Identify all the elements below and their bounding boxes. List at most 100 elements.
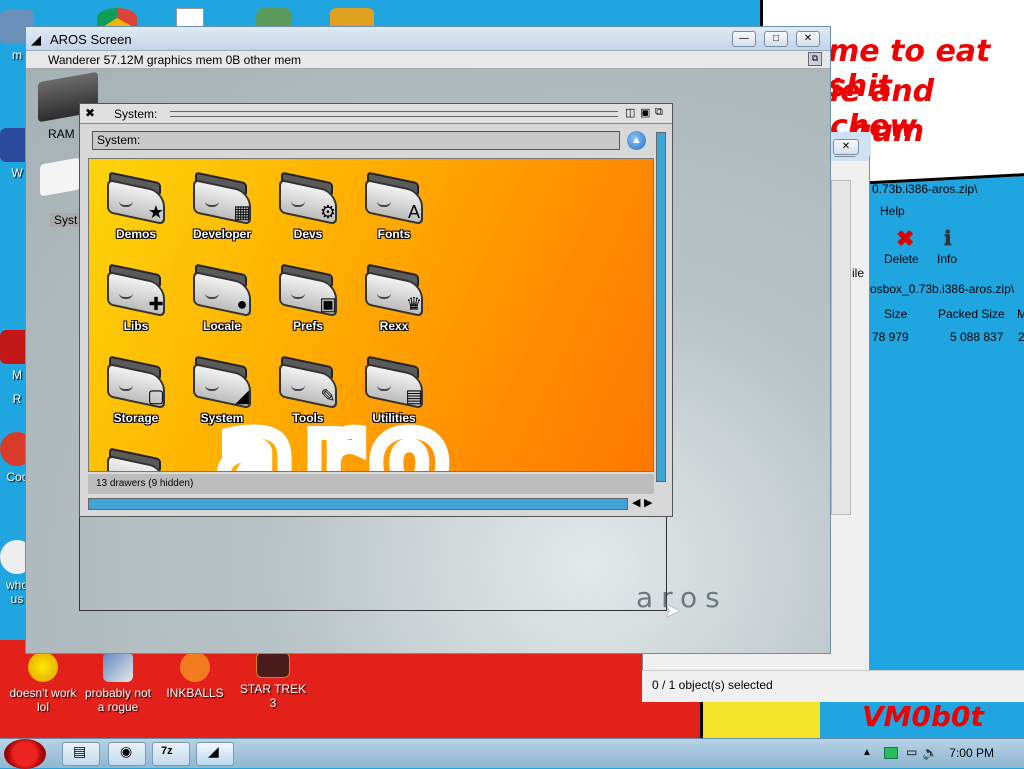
cards-icon[interactable] (176, 8, 204, 28)
drawer-prefs[interactable]: ▣ Prefs (265, 261, 351, 349)
zip-scrollbar[interactable] (831, 180, 851, 515)
inkball-icon (180, 652, 210, 682)
start-angry-bird-icon[interactable] (4, 739, 46, 769)
taskbar-7zip[interactable]: 7z (152, 742, 190, 766)
zip-col-size[interactable]: Size (884, 307, 907, 321)
desktop-icon-inkballs[interactable]: INKBALLS (160, 652, 230, 700)
drawer-label: Demos (115, 227, 156, 241)
desktop-icon-label: M (12, 368, 22, 382)
aros-icon: ◢ (208, 743, 219, 759)
screen-depth-icon[interactable]: ⧉ (808, 52, 822, 66)
desktop-icon-label: us (10, 592, 24, 606)
system-window-title: System: (114, 107, 158, 121)
drawer-fonts[interactable]: A Fonts (351, 169, 437, 257)
drawer-icon: ● (189, 263, 255, 318)
drawer-tools[interactable]: ✎ Tools (265, 353, 351, 441)
drawer-icon: ▦ (189, 171, 255, 226)
network-icon[interactable] (884, 747, 898, 759)
drawer-locale[interactable]: ● Locale (179, 261, 265, 349)
title-drag-bar[interactable] (170, 111, 618, 117)
parent-arrow-icon[interactable]: ▲ (627, 131, 646, 150)
scroll-left-arrow-icon[interactable]: ◀ (632, 496, 640, 509)
drawer-icon (103, 447, 169, 471)
drawer-utilities[interactable]: ▤ Utilities (351, 353, 437, 441)
mouse-cursor-icon: ➤ (664, 600, 681, 622)
drawer-icon: ✚ (103, 263, 169, 318)
system-drawer-window[interactable]: ✖ System: ◫ ▣ ⧉ System: ▲ aro ★ Demos ▦ Dev… (79, 103, 673, 517)
battery-icon[interactable]: ▭ (906, 745, 917, 759)
zip-col-more[interactable]: M (1017, 307, 1024, 321)
drawer-label: Libs (123, 319, 149, 333)
drawer-icon: ▢ (103, 355, 169, 410)
zip-val-size: 78 979 (872, 330, 909, 344)
minimize-button[interactable]: — (732, 31, 756, 47)
drawer-icon: ◢ (189, 355, 255, 410)
drawer-icon-area: aro ★ Demos ▦ Developer ⚙ Devs A Fonts ✚ Libs ● Loc… (88, 158, 654, 472)
show-hidden-icons-icon[interactable]: ▲ (862, 747, 872, 758)
info-icon[interactable]: ℹ (944, 226, 952, 251)
zip-col-packed[interactable]: Packed Size (938, 307, 1005, 321)
chrome-icon[interactable] (97, 8, 137, 28)
drawer-label: Tools (292, 411, 324, 425)
maximize-button[interactable]: □ (764, 31, 788, 47)
drawer-icon: ★ (103, 171, 169, 226)
zip-status-text: 0 / 1 object(s) selected (652, 678, 773, 692)
aros-window-title: AROS Screen (50, 32, 132, 47)
shield-icon[interactable] (256, 8, 292, 28)
aros-window[interactable]: ◢ AROS Screen — □ ✕ Wanderer 57.12M grap… (25, 26, 831, 654)
desktop-icon-label: m (12, 48, 22, 62)
signature-text: VM0b0t (862, 700, 984, 733)
star-wars-icon (256, 652, 290, 678)
drawer-devs[interactable]: ⚙ Devs (265, 169, 351, 257)
zip-info-button[interactable]: Info (937, 252, 957, 266)
drawer-developer[interactable]: ▦ Developer (179, 169, 265, 257)
drawer-icon: ▤ (361, 355, 427, 410)
desktop-icon-label: doesn't work lol (9, 686, 77, 714)
depth-icon[interactable]: ⧉ (655, 106, 663, 119)
taskbar-clock[interactable]: 7:00 PM (949, 746, 994, 760)
close-icon[interactable]: ✖ (85, 106, 95, 120)
drawer-icon: ⚙ (275, 171, 341, 226)
zip-address: 0.73b.i386-aros.zip\ (872, 182, 978, 196)
game-icon[interactable] (330, 8, 374, 28)
system-path-field[interactable]: System: (92, 131, 620, 150)
zip-menu-help[interactable]: Help (880, 204, 905, 218)
system-disk-icon[interactable] (40, 157, 80, 197)
taskbar-aros[interactable]: ◢ (196, 742, 234, 766)
drawer-icon: ▣ (275, 263, 341, 318)
drawer-partial[interactable] (93, 445, 179, 471)
drawer-label: Storage (113, 411, 159, 425)
vertical-scrollbar[interactable] (656, 132, 666, 482)
smiley-icon (28, 652, 58, 682)
aros-menubar[interactable]: Wanderer 57.12M graphics mem 0B other me… (26, 51, 830, 69)
desktop-icon-doesnt-work[interactable]: doesn't work lol (8, 652, 78, 714)
aros-titlebar[interactable]: ◢ AROS Screen — □ ✕ (26, 27, 830, 51)
drawer-rexx[interactable]: ♛ Rexx (351, 261, 437, 349)
drawer-label: Developer (192, 227, 252, 241)
zip-close-button[interactable]: ✕ (833, 139, 859, 155)
drawer-demos[interactable]: ★ Demos (93, 169, 179, 257)
drawer-system[interactable]: ◢ System (179, 353, 265, 441)
desktop-icon-star-trek[interactable]: STAR TREK 3 (238, 652, 308, 710)
drawer-libs[interactable]: ✚ Libs (93, 261, 179, 349)
zoom-icon[interactable]: ◫ (625, 106, 635, 119)
desktop-icon-label: INKBALLS (166, 686, 224, 700)
system-disk-label: Syst (50, 213, 82, 227)
delete-icon[interactable]: ✖ (896, 226, 914, 252)
zip-delete-button[interactable]: Delete (884, 252, 919, 266)
horizontal-scrollbar[interactable] (88, 498, 628, 510)
close-button[interactable]: ✕ (796, 31, 820, 47)
drawer-storage[interactable]: ▢ Storage (93, 353, 179, 441)
iconify-icon[interactable]: ▣ (640, 106, 650, 119)
drawer-icon: ✎ (275, 355, 341, 410)
scroll-right-arrow-icon[interactable]: ▶ (644, 496, 652, 509)
taskbar[interactable]: ▤ ◉ 7z ◢ ▲ ▭ 🔊 7:00 PM (0, 738, 1024, 769)
system-titlebar[interactable]: ✖ System: ◫ ▣ ⧉ (80, 104, 672, 124)
drawer-icon: A (361, 171, 427, 226)
7zip-icon: 7z (161, 745, 173, 757)
desktop-icon-label: R (12, 392, 22, 406)
desktop-icon-rogue[interactable]: probably not a rogue (80, 652, 156, 714)
taskbar-chrome[interactable]: ◉ (108, 742, 146, 766)
volume-icon[interactable]: 🔊 (922, 745, 938, 761)
taskbar-explorer[interactable]: ▤ (62, 742, 100, 766)
